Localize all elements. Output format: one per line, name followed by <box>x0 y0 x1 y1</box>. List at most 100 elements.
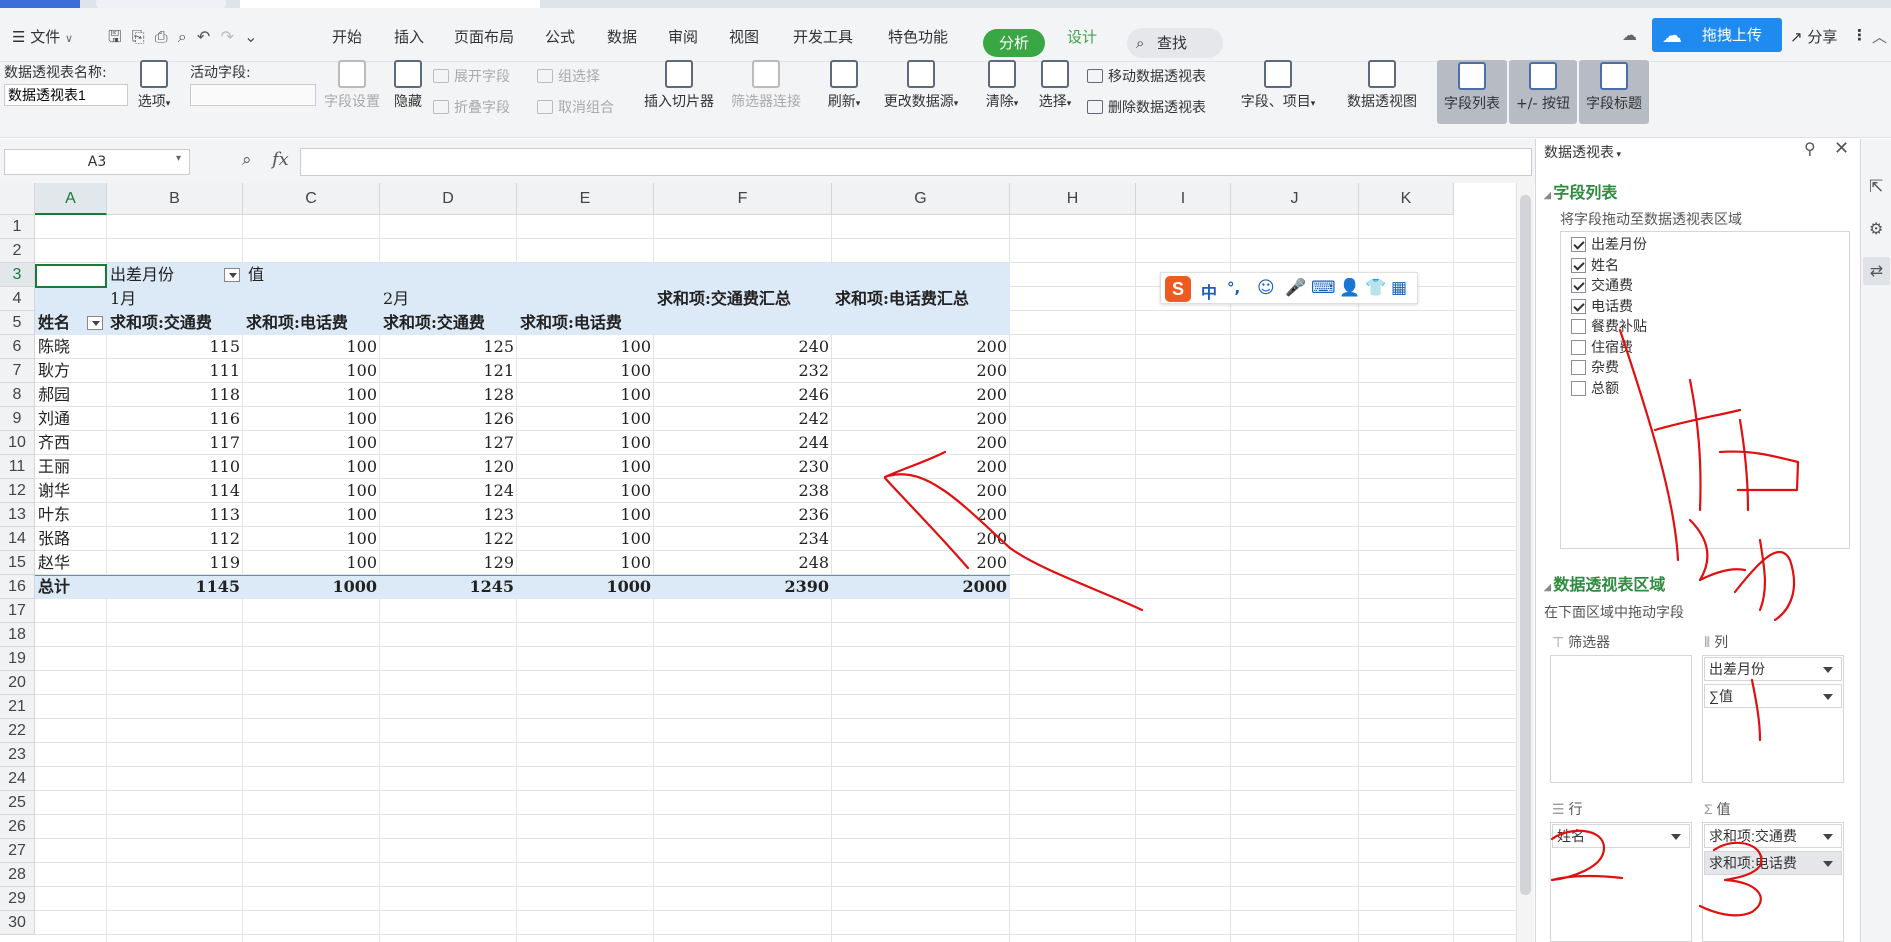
row-header[interactable]: 9 <box>0 407 35 431</box>
cursor-select-icon[interactable]: ⇱ <box>1869 177 1883 197</box>
row-header[interactable]: 6 <box>0 335 35 359</box>
row-header[interactable]: 12 <box>0 479 35 503</box>
field-checkbox-item[interactable]: 交通费 <box>1571 275 1633 295</box>
row-header[interactable]: 7 <box>0 359 35 383</box>
value-cell[interactable]: 200 <box>832 503 1010 527</box>
value-cell[interactable]: 1000 <box>517 575 654 599</box>
user-icon[interactable]: 👤 <box>1339 278 1360 298</box>
value-cell[interactable]: 200 <box>832 479 1010 503</box>
checkbox-checked-icon[interactable] <box>1571 237 1586 252</box>
print-icon[interactable]: ⎙ <box>155 27 168 46</box>
row-header[interactable]: 14 <box>0 527 35 551</box>
row-header[interactable]: 3 <box>0 263 35 287</box>
value-cell[interactable]: 200 <box>832 407 1010 431</box>
template-tab[interactable] <box>96 0 226 8</box>
columns-item-month[interactable]: 出差月份 <box>1704 657 1842 681</box>
field-checkbox-item[interactable]: 餐费补贴 <box>1571 316 1647 336</box>
ime-mode-label[interactable]: 中 <box>1201 279 1217 303</box>
collapse-field-button[interactable]: 折叠字段 <box>433 97 510 117</box>
field-checkbox-item[interactable]: 住宿费 <box>1571 337 1633 357</box>
name-cell[interactable]: 谢华 <box>38 479 104 503</box>
row-header[interactable]: 2 <box>0 239 35 263</box>
value-cell[interactable]: 100 <box>243 383 380 407</box>
pivot-name-input[interactable] <box>4 84 128 106</box>
value-cell[interactable]: 127 <box>380 431 517 455</box>
redo-icon[interactable]: ↷ <box>221 27 234 46</box>
value-cell[interactable]: 100 <box>517 527 654 551</box>
field-headers-toggle[interactable]: 字段标题 <box>1579 60 1649 124</box>
rows-drop-zone[interactable]: 姓名 <box>1550 822 1692 942</box>
column-header[interactable]: A <box>35 183 107 215</box>
keyboard-icon[interactable]: ⌨ <box>1311 278 1336 298</box>
value-cell[interactable]: 200 <box>832 431 1010 455</box>
emoji-icon[interactable]: ☺ <box>1257 278 1275 298</box>
value-cell[interactable]: 100 <box>243 527 380 551</box>
name-cell[interactable]: 齐西 <box>38 431 104 455</box>
undo-icon[interactable]: ↶ <box>197 27 210 46</box>
field-checkbox-item[interactable]: 总额 <box>1571 378 1619 398</box>
value-cell[interactable]: 123 <box>380 503 517 527</box>
pin-icon[interactable]: ⚲ <box>1804 139 1816 158</box>
column-header[interactable]: K <box>1359 183 1454 215</box>
value-cell[interactable]: 100 <box>517 383 654 407</box>
field-checkbox-item[interactable]: 杂费 <box>1571 357 1619 377</box>
vertical-scrollbar[interactable] <box>1516 183 1534 942</box>
delete-pivot-button[interactable]: 删除数据透视表 <box>1087 97 1206 117</box>
column-header[interactable]: F <box>654 183 832 215</box>
hide-button[interactable]: 隐藏 <box>390 60 426 111</box>
value-cell[interactable]: 200 <box>832 359 1010 383</box>
row-header[interactable]: 30 <box>0 911 35 935</box>
row-header[interactable]: 18 <box>0 623 35 647</box>
upload-button[interactable]: ☁ 拖拽上传 <box>1652 18 1782 52</box>
tab-special[interactable]: 特色功能 <box>888 26 948 47</box>
ungroup-button[interactable]: 取消组合 <box>537 97 614 117</box>
value-cell[interactable]: 118 <box>107 383 243 407</box>
field-checkbox-item[interactable]: 出差月份 <box>1571 234 1647 254</box>
field-checkbox-item[interactable]: 姓名 <box>1571 255 1619 275</box>
namebox-dropdown-icon[interactable]: ▾ <box>176 153 181 164</box>
row-header[interactable]: 27 <box>0 839 35 863</box>
value-cell[interactable]: 200 <box>832 527 1010 551</box>
row-header[interactable]: 28 <box>0 863 35 887</box>
row-field-filter-button[interactable] <box>87 316 103 332</box>
checkbox-unchecked-icon[interactable] <box>1571 380 1586 396</box>
value-cell[interactable]: 200 <box>832 383 1010 407</box>
value-cell[interactable]: 100 <box>243 551 380 575</box>
value-cell[interactable]: 248 <box>654 551 832 575</box>
value-cell[interactable]: 242 <box>654 407 832 431</box>
row-header[interactable]: 1 <box>0 215 35 239</box>
expand-field-button[interactable]: 展开字段 <box>433 66 510 86</box>
value-cell[interactable]: 200 <box>832 335 1010 359</box>
value-cell[interactable]: 100 <box>243 431 380 455</box>
sogou-logo-icon[interactable]: S <box>1165 276 1191 302</box>
pivot-panel-toggle-icon[interactable]: ⇄ <box>1863 257 1890 285</box>
value-cell[interactable]: 1000 <box>243 575 380 599</box>
value-cell[interactable]: 200 <box>832 455 1010 479</box>
value-cell[interactable]: 230 <box>654 455 832 479</box>
row-header[interactable]: 10 <box>0 431 35 455</box>
value-cell[interactable]: 1245 <box>380 575 517 599</box>
value-cell[interactable]: 234 <box>654 527 832 551</box>
value-cell[interactable]: 100 <box>517 359 654 383</box>
name-box[interactable]: A3 <box>4 149 190 175</box>
clear-button[interactable]: 清除▾ <box>980 60 1024 111</box>
value-cell[interactable]: 100 <box>517 455 654 479</box>
checkbox-checked-icon[interactable] <box>1571 298 1586 314</box>
value-cell[interactable]: 115 <box>107 335 243 359</box>
col-field-filter-button[interactable] <box>224 268 240 284</box>
more-icon[interactable]: ⌄ <box>244 27 257 46</box>
row-header[interactable]: 5 <box>0 311 35 335</box>
value-cell[interactable]: 236 <box>654 503 832 527</box>
name-cell[interactable]: 刘通 <box>38 407 104 431</box>
value-cell[interactable]: 128 <box>380 383 517 407</box>
checkbox-checked-icon[interactable] <box>1571 278 1586 293</box>
more-options-icon[interactable]: ⋮ <box>1852 26 1867 44</box>
select-button[interactable]: 选择▾ <box>1033 60 1077 111</box>
values-item-traffic[interactable]: 求和项:交通费 <box>1704 824 1842 848</box>
value-cell[interactable]: 122 <box>380 527 517 551</box>
fx-icon[interactable]: fx <box>272 149 289 170</box>
checkbox-unchecked-icon[interactable] <box>1571 339 1586 355</box>
rows-item-name[interactable]: 姓名 <box>1552 824 1690 848</box>
column-header[interactable]: C <box>243 183 380 215</box>
value-cell[interactable]: 129 <box>380 551 517 575</box>
